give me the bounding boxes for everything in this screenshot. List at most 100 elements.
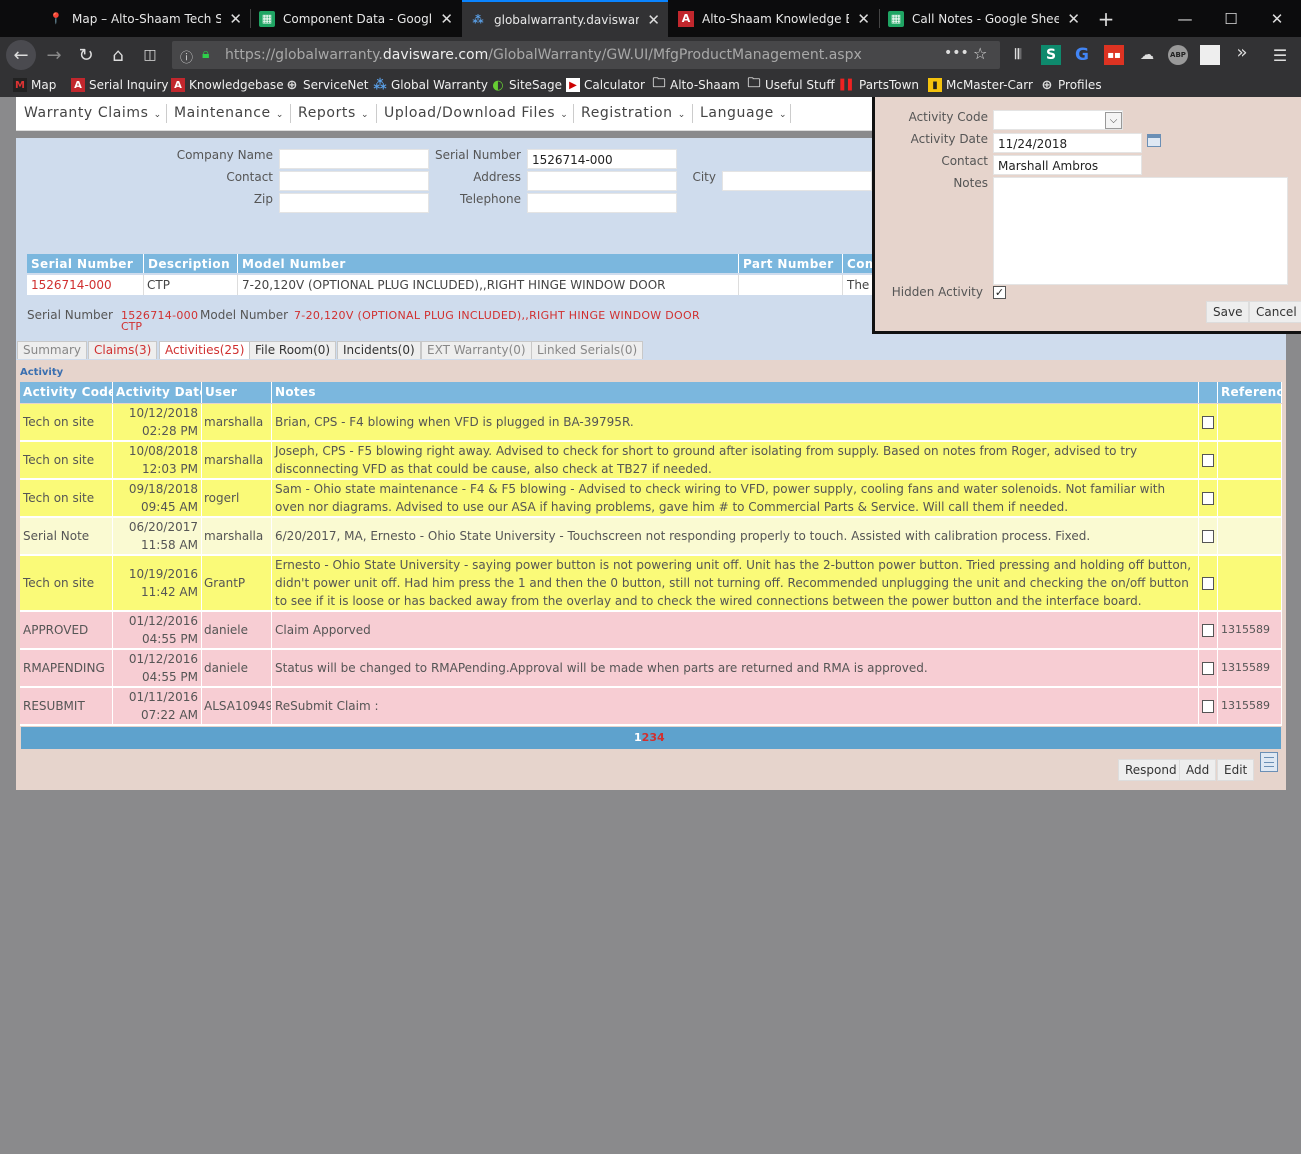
new-tab-button[interactable]: + (1088, 0, 1124, 37)
activity-row[interactable]: Tech on site 09/18/2018 09:45 AM rogerl Sam … (20, 480, 1282, 518)
google-icon[interactable]: G (1072, 45, 1092, 65)
page-link-current[interactable]: 1 (634, 731, 642, 744)
close-tab-icon[interactable]: ✕ (647, 11, 660, 29)
column-header[interactable]: Activity Code (20, 382, 113, 403)
url-bar[interactable]: ⓘ 🔒︎ https://globalwarranty.davisware.co… (172, 41, 1000, 69)
close-tab-icon[interactable]: ✕ (440, 10, 453, 28)
row-select-checkbox[interactable] (1199, 442, 1218, 478)
row-select-checkbox[interactable] (1199, 688, 1218, 724)
s-extension-icon[interactable]: S (1041, 45, 1061, 65)
browser-tab[interactable]: 📍 Map – Alto-Shaam Tech Ser ✕ (40, 0, 250, 37)
add-button[interactable]: Add (1179, 759, 1217, 781)
serial-link[interactable]: 1526714-000 (27, 275, 144, 295)
browser-tab[interactable]: A Alto-Shaam Knowledge Bas ✕ (670, 0, 878, 37)
bookmark-serial-inquiry[interactable]: A Serial Inquiry (71, 76, 169, 94)
edit-button[interactable]: Edit (1217, 759, 1255, 781)
library-icon[interactable]: 𝄃𝄃 (1008, 45, 1028, 65)
column-header[interactable]: Activity Date (113, 382, 202, 403)
reload-icon[interactable]: ↻ (71, 40, 101, 70)
respond-button[interactable]: Respond (1118, 759, 1184, 781)
reference-link[interactable]: 1315589 (1218, 688, 1282, 724)
activity-code-select[interactable] (993, 110, 1123, 130)
lock-icon[interactable]: 🔒︎ (202, 46, 209, 62)
bookmark-sitesage[interactable]: ◐ SiteSage (491, 76, 562, 94)
red-extension-icon[interactable]: ▪▪ (1104, 45, 1124, 65)
overflow-chevron-icon[interactable]: » (1232, 42, 1252, 63)
window-extension-icon[interactable] (1200, 45, 1220, 65)
reference-link[interactable] (1218, 518, 1282, 554)
browser-tab-active[interactable]: ⁂ globalwarranty.davisware.cc ✕ (462, 0, 668, 37)
tab-linked-serials[interactable]: Linked Serials(0) (531, 341, 644, 359)
serial-number-field[interactable]: 1526714-000 (527, 149, 677, 169)
reference-link[interactable] (1218, 556, 1282, 610)
menu-warranty-claims[interactable]: Warranty Claims ⌄ (24, 105, 162, 121)
column-header[interactable]: Part Number (739, 254, 843, 273)
bookmark-profiles[interactable]: ⊕ Profiles (1040, 76, 1102, 94)
maximize-icon[interactable]: ☐ (1208, 0, 1254, 37)
activity-row[interactable]: Tech on site 10/19/2016 11:42 AM GrantP Erne… (20, 556, 1282, 612)
cancel-button[interactable]: Cancel (1249, 301, 1301, 323)
menu-maintenance[interactable]: Maintenance ⌄ (174, 105, 284, 121)
browser-tab[interactable]: ▦ Call Notes - Google Sheets ✕ (880, 0, 1088, 37)
company-name-field[interactable] (279, 149, 429, 169)
column-header[interactable]: Notes (272, 382, 1199, 403)
reference-link[interactable]: 1315589 (1218, 612, 1282, 648)
bookmark-mcmaster[interactable]: ▮ McMaster-Carr (928, 76, 1033, 94)
minimize-icon[interactable]: — (1162, 0, 1208, 37)
telephone-field[interactable] (527, 193, 677, 213)
page-actions-icon[interactable]: ••• (944, 45, 969, 61)
column-header[interactable]: Description (144, 254, 238, 273)
bookmark-folder-alto-shaam[interactable]: 🗀 Alto-Shaam (652, 76, 739, 94)
tab-ext-warranty[interactable]: EXT Warranty(0) (421, 341, 532, 359)
bookmark-servicenet[interactable]: ⊕ ServiceNet (285, 76, 369, 94)
tab-activities[interactable]: Activities(25) (159, 341, 251, 359)
activity-row[interactable]: RESUBMIT 01/11/2016 07:22 AM ALSA10949 ReSub… (20, 688, 1282, 726)
contact-field[interactable] (279, 171, 429, 191)
calendar-icon[interactable] (1147, 134, 1161, 147)
close-window-icon[interactable]: ✕ (1254, 0, 1300, 37)
activity-row[interactable]: Tech on site 10/12/2018 02:28 PM marshalla B… (20, 404, 1282, 442)
forward-arrow-icon[interactable]: → (39, 40, 69, 70)
reference-link[interactable] (1218, 404, 1282, 440)
hamburger-menu-icon[interactable]: ☰ (1270, 45, 1290, 65)
tab-file-room[interactable]: File Room(0) (249, 341, 337, 359)
bookmark-calculator[interactable]: ▶ Calculator (566, 76, 645, 94)
reference-link[interactable]: 1315589 (1218, 650, 1282, 686)
address-field[interactable] (527, 171, 677, 191)
bookmark-partstown[interactable]: ▌▌ PartsTown (840, 76, 919, 94)
bookmark-knowledgebase[interactable]: A Knowledgebase (171, 76, 284, 94)
menu-reports[interactable]: Reports ⌄ (298, 105, 369, 121)
close-tab-icon[interactable]: ✕ (857, 10, 870, 28)
column-header[interactable]: Serial Number (27, 254, 144, 273)
bookmark-map[interactable]: M Map (13, 76, 56, 94)
activity-row[interactable]: RMAPENDING 01/12/2016 04:55 PM daniele Statu… (20, 650, 1282, 688)
activity-row[interactable]: Tech on site 10/08/2018 12:03 PM marshalla J… (20, 442, 1282, 480)
column-header[interactable]: Model Number (238, 254, 739, 273)
activity-row[interactable]: APPROVED 01/12/2016 04:55 PM daniele Claim A… (20, 612, 1282, 650)
column-header[interactable]: Reference (1218, 382, 1282, 403)
activity-row[interactable]: Serial Note 06/20/2017 11:58 AM marshalla 6/… (20, 518, 1282, 556)
tab-incidents[interactable]: Incidents(0) (337, 341, 421, 359)
save-button[interactable]: Save (1206, 301, 1250, 323)
page-link[interactable]: 3 (649, 731, 657, 744)
popup-contact-field[interactable]: Marshall Ambros (993, 155, 1142, 175)
bookmark-global-warranty[interactable]: ⁂ Global Warranty (373, 76, 488, 94)
home-icon[interactable]: ⌂ (103, 40, 133, 70)
column-header[interactable]: Com (843, 254, 873, 273)
bookmark-folder-useful-stuff[interactable]: 🗀 Useful Stuff (747, 76, 834, 94)
reference-link[interactable] (1218, 480, 1282, 516)
menu-language[interactable]: Language ⌄ (700, 105, 787, 121)
export-document-icon[interactable] (1260, 752, 1278, 772)
close-tab-icon[interactable]: ✕ (1067, 10, 1080, 28)
sidebar-icon[interactable]: ◫ (135, 40, 165, 70)
notes-textarea[interactable] (993, 177, 1288, 285)
row-select-checkbox[interactable] (1199, 404, 1218, 440)
zip-field[interactable] (279, 193, 429, 213)
bookmark-star-icon[interactable]: ☆ (973, 44, 987, 63)
menu-registration[interactable]: Registration ⌄ (581, 105, 686, 121)
info-icon[interactable]: ⓘ (180, 47, 193, 66)
activity-date-field[interactable]: 11/24/2018 (993, 133, 1142, 153)
cloud-extension-icon[interactable]: ☁ (1137, 45, 1157, 65)
row-select-checkbox[interactable] (1199, 612, 1218, 648)
row-select-checkbox[interactable] (1199, 480, 1218, 516)
